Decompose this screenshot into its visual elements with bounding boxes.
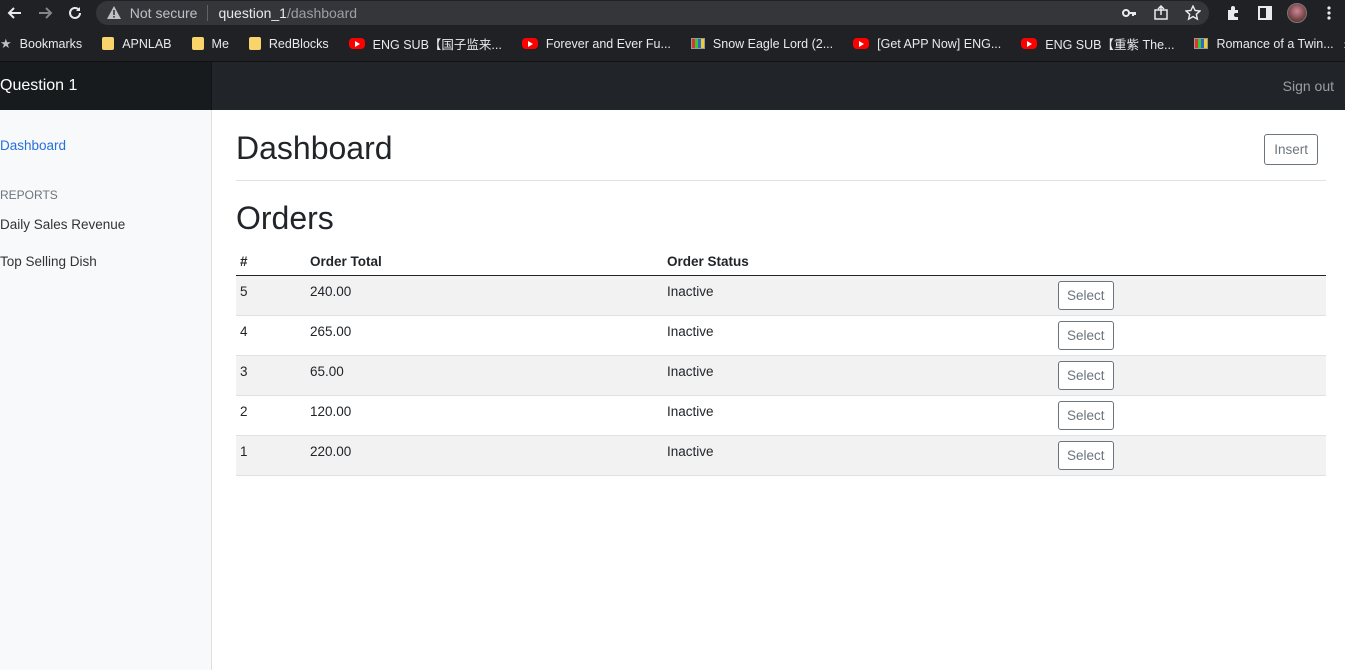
order-status: Inactive [663,435,1054,476]
orders-table: # Order Total Order Status 5 240.00 Inac… [236,250,1326,476]
table-row: 4 265.00 Inactive Select [236,315,1326,356]
url-path: /dashboard [286,5,358,21]
navbar: Question 1 Sign out [0,62,1345,110]
tv-icon [1194,38,1209,49]
bookmark-label: Snow Eagle Lord (2... [712,36,834,51]
bookmark-item[interactable]: [Get APP Now] ENG... [843,37,1011,51]
order-id: 3 [236,355,306,396]
order-total: 120.00 [306,395,663,436]
arrow-left-icon [7,7,21,19]
app: Question 1 Sign out Dashboard REPORTS Da… [0,62,1345,670]
order-total: 65.00 [306,355,663,396]
order-status: Inactive [663,315,1054,356]
section-title: Orders [236,200,334,236]
menu-dots-icon[interactable] [1313,5,1345,21]
youtube-icon [348,38,365,49]
forward-button[interactable] [30,0,60,26]
divider [207,5,209,21]
order-id: 4 [236,315,306,356]
bookmark-item[interactable]: ★ Bookmarks [0,36,92,52]
column-header-order-status: Order Status [663,250,1054,276]
youtube-icon [853,38,870,49]
bookmark-item[interactable]: Romance of a Twin... [1184,37,1343,51]
table-row: 5 240.00 Inactive Select [236,275,1326,316]
table-header-row: # Order Total Order Status [236,250,1326,276]
star-icon[interactable] [1177,5,1209,21]
insert-button[interactable]: Insert [1264,134,1318,165]
select-button[interactable]: Select [1058,401,1114,430]
tv-icon [690,38,705,49]
bookmark-label: ENG SUB【重紫 The... [1045,38,1175,52]
order-id: 1 [236,435,306,476]
page-title: Dashboard [236,130,393,166]
bookmark-label: Forever and Ever Fu... [545,36,671,51]
profile-avatar[interactable] [1281,3,1313,23]
key-icon[interactable] [1113,5,1145,21]
bookmark-label: APNLAB [122,36,172,51]
table-row: 1 220.00 Inactive Select [236,435,1326,476]
order-status: Inactive [663,355,1054,396]
order-total: 220.00 [306,435,663,476]
share-icon[interactable] [1145,5,1177,21]
bookmark-item[interactable]: Forever and Ever Fu... [512,37,681,51]
bookmark-label: Romance of a Twin... [1216,36,1334,51]
bookmark-label: Bookmarks [19,36,83,51]
bookmarks-bar: ★ Bookmarks APNLAB Me RedBlocks ENG SUB【… [0,26,1345,62]
folder-icon [102,37,115,50]
order-status: Inactive [663,275,1054,316]
youtube-icon [1021,38,1038,49]
address-bar[interactable]: Not secure question_1/dashboard [95,1,1209,25]
browser-toolbar: Not secure question_1/dashboard [0,0,1345,26]
sidebar-item-daily-sales[interactable]: Daily Sales Revenue [0,217,125,232]
back-button[interactable] [0,0,30,26]
url-host: question_1 [218,5,287,21]
youtube-icon [521,38,538,49]
sign-out-link[interactable]: Sign out [1283,78,1345,94]
reload-icon [68,6,81,19]
bookmark-item[interactable]: ENG SUB【国子监来... [339,34,512,53]
table-row: 2 120.00 Inactive Select [236,395,1326,436]
security-label: Not secure [129,5,198,21]
column-header-action [1054,250,1326,276]
arrow-right-icon [38,7,53,19]
select-button[interactable]: Select [1058,321,1114,350]
bookmark-label: ENG SUB【国子监来... [372,38,502,52]
bookmark-item[interactable]: ENG SUB【重紫 The... [1011,34,1184,53]
bookmark-item[interactable]: Me [182,37,239,51]
avatar [1286,3,1307,23]
order-total: 240.00 [306,275,663,316]
bookmark-label: RedBlocks [268,36,329,51]
divider [236,180,1326,181]
order-status: Inactive [663,395,1054,436]
select-button[interactable]: Select [1058,281,1114,310]
side-panel-icon[interactable] [1249,5,1281,21]
order-total: 265.00 [306,315,663,356]
select-button[interactable]: Select [1058,361,1114,390]
brand[interactable]: Question 1 [0,62,212,110]
warning-icon [106,6,121,19]
bookmark-item[interactable]: RedBlocks [239,37,339,51]
sidebar-heading-reports: REPORTS [0,188,58,202]
column-header-order-total: Order Total [306,250,663,276]
order-id: 5 [236,275,306,316]
folder-icon [248,37,261,50]
sidebar-item-dashboard[interactable]: Dashboard [0,138,66,153]
folder-icon [191,37,204,50]
star-icon: ★ [0,35,12,51]
sidebar-item-top-selling[interactable]: Top Selling Dish [0,254,97,269]
bookmark-label: [Get APP Now] ENG... [877,36,1002,51]
extensions-icon[interactable] [1217,5,1249,21]
reload-button[interactable] [60,0,90,26]
column-header-id: # [236,250,306,276]
select-button[interactable]: Select [1058,441,1114,470]
bookmark-label: Me [211,36,229,51]
sidebar: Dashboard REPORTS Daily Sales Revenue To… [0,110,212,670]
table-row: 3 65.00 Inactive Select [236,355,1326,396]
bookmark-item[interactable]: Snow Eagle Lord (2... [681,37,843,51]
bookmark-item[interactable]: APNLAB [92,37,181,51]
order-id: 2 [236,395,306,436]
